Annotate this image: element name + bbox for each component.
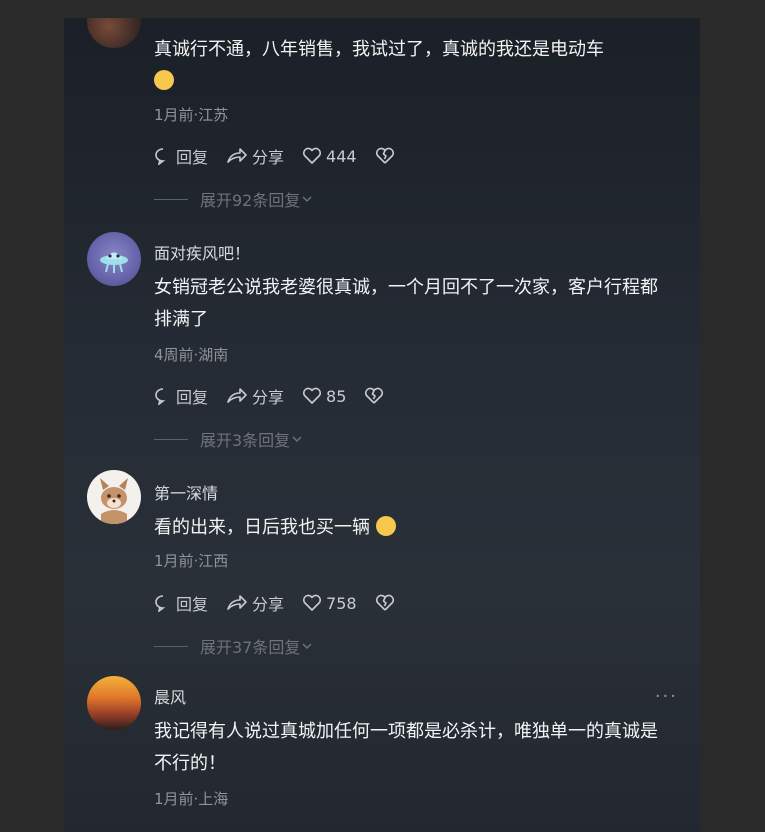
- comment-meta: 4周前·湖南: [154, 346, 229, 364]
- comment-text: 真诚行不通，八年销售，我试过了，真诚的我还是电动车: [154, 34, 674, 98]
- reply-button[interactable]: 回复: [154, 384, 208, 408]
- chevron-down-icon: [302, 196, 312, 203]
- comment-actions: 回复 分享 85: [154, 384, 406, 408]
- comment-meta: 1月前·上海: [154, 790, 229, 808]
- broken-heart-icon: [375, 147, 394, 164]
- chevron-down-icon: [292, 436, 302, 443]
- like-count: 758: [326, 593, 357, 613]
- divider: [154, 198, 188, 200]
- share-button[interactable]: 分享: [226, 591, 284, 615]
- share-icon: [227, 595, 247, 610]
- like-button[interactable]: 758: [302, 594, 357, 613]
- divider: [154, 645, 188, 647]
- heart-icon: [303, 387, 322, 404]
- broken-heart-icon: [365, 387, 384, 404]
- avatar[interactable]: [87, 676, 141, 730]
- reply-icon: [155, 388, 166, 405]
- reply-button[interactable]: 回复: [154, 144, 208, 168]
- avatar[interactable]: [87, 232, 141, 286]
- comment-actions: 回复 分享 444: [154, 144, 417, 168]
- reply-icon: [155, 148, 166, 165]
- dislike-button[interactable]: [364, 387, 388, 405]
- dislike-button[interactable]: [375, 594, 399, 612]
- username[interactable]: 第一深情: [154, 480, 218, 504]
- share-icon: [227, 388, 247, 403]
- comment-text: 看的出来，日后我也买一辆: [154, 512, 674, 544]
- share-icon: [227, 148, 247, 163]
- reply-button[interactable]: 回复: [154, 591, 208, 615]
- chevron-down-icon: [302, 643, 312, 650]
- username[interactable]: 晨风: [154, 684, 186, 708]
- expand-replies-button[interactable]: 展开37条回复: [154, 636, 314, 657]
- like-button[interactable]: 444: [302, 147, 357, 166]
- broken-heart-icon: [375, 594, 394, 611]
- comment-meta: 1月前·江西: [154, 552, 229, 570]
- comment-text: 女销冠老公说我老婆很真诚，一个月回不了一次家，客户行程都排满了: [154, 277, 658, 330]
- comment-text: 我记得有人说过真城加任何一项都是必杀计，唯独单一的真诚是不行的！: [154, 721, 658, 774]
- like-count: 85: [326, 386, 347, 406]
- comment-actions: 回复 分享 758: [154, 591, 417, 615]
- more-options-button[interactable]: ···: [655, 686, 678, 707]
- grimace-emoji-icon: [154, 70, 174, 90]
- expand-replies-button[interactable]: 展开92条回复: [154, 189, 314, 210]
- avatar[interactable]: [87, 18, 141, 48]
- dislike-button[interactable]: [375, 147, 399, 165]
- comment-meta: 1月前·江苏: [154, 106, 229, 124]
- heart-icon: [303, 147, 322, 164]
- grin-emoji-icon: [375, 516, 396, 536]
- like-count: 444: [326, 146, 357, 166]
- heart-icon: [303, 594, 322, 611]
- avatar[interactable]: [87, 470, 141, 524]
- divider: [154, 438, 188, 440]
- cartoon-animal-avatar-icon: [100, 478, 128, 524]
- reply-icon: [155, 595, 166, 612]
- username[interactable]: 面对疾风吧！: [154, 240, 250, 264]
- like-button[interactable]: 85: [302, 387, 346, 406]
- comment-panel: 真诚行不通，八年销售，我试过了，真诚的我还是电动车 1月前·江苏 回复 分享 4…: [64, 18, 700, 832]
- share-button[interactable]: 分享: [226, 384, 284, 408]
- ufo-avatar-icon: [100, 252, 128, 273]
- share-button[interactable]: 分享: [226, 144, 284, 168]
- expand-replies-button[interactable]: 展开3条回复: [154, 429, 304, 450]
